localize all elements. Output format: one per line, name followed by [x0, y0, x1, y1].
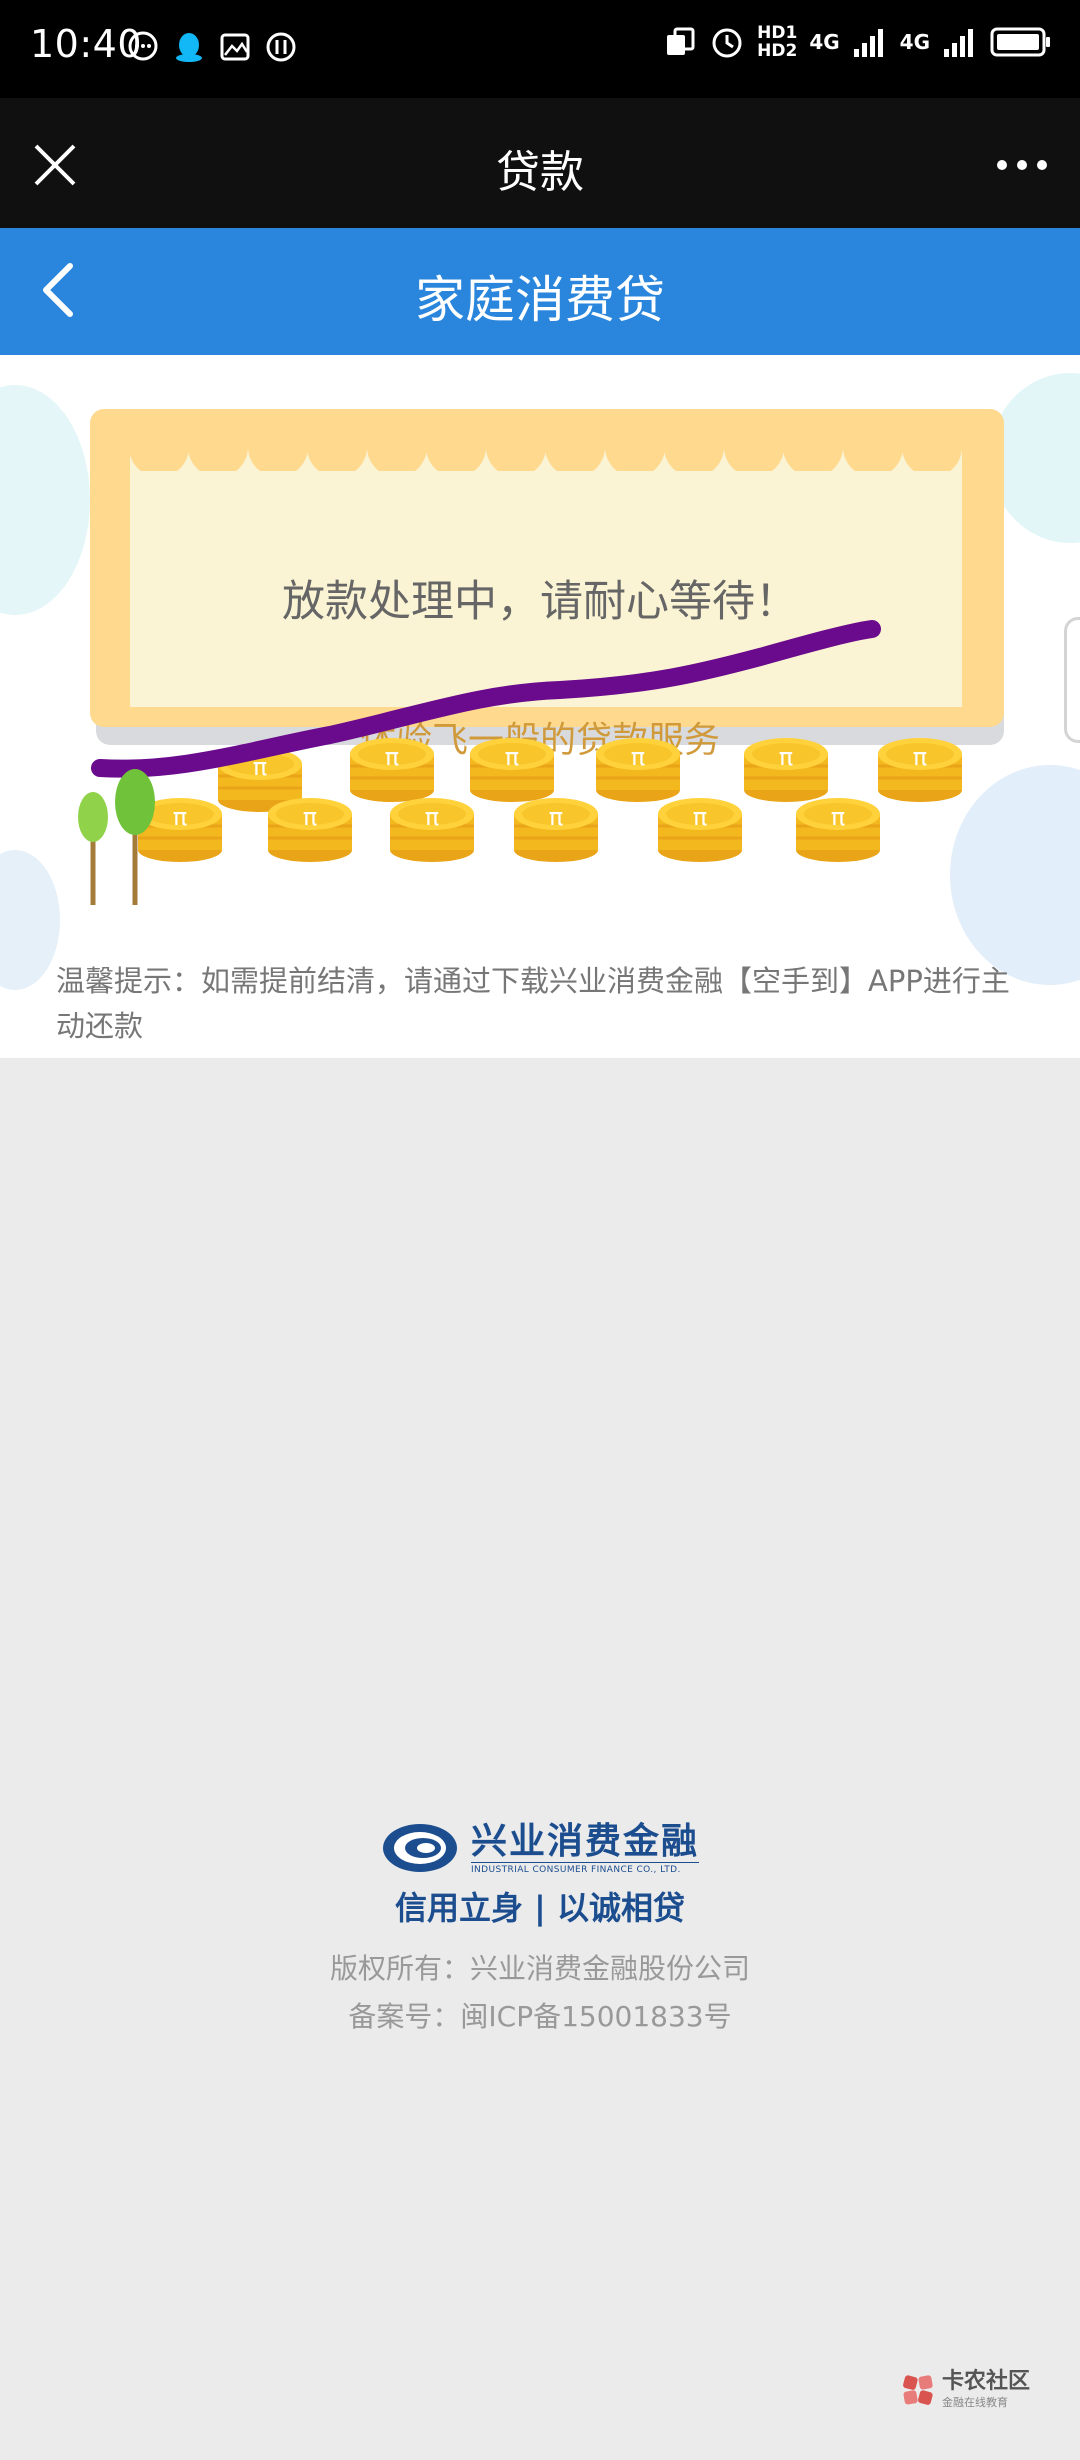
- watermark-name: 卡农社区: [942, 2369, 1031, 2394]
- coin-symbol: π: [549, 803, 563, 831]
- copyright-text: 版权所有：兴业消费金融股份公司: [329, 1952, 750, 1985]
- window-title: 贷款: [496, 147, 584, 198]
- watermark-subtitle: 金融在线教育: [942, 2396, 1008, 2409]
- watermark-logo-icon: [903, 2375, 933, 2405]
- status-notification-icons: [126, 30, 298, 64]
- watermark: 卡农社区 金融在线教育: [900, 2370, 1030, 2410]
- status-system-icons: HD1 HD2 4G 4G: [663, 24, 1052, 60]
- hd2-label: HD2: [757, 41, 798, 61]
- signal-icon: [853, 29, 883, 57]
- coin-symbol: π: [831, 803, 845, 831]
- loan-status-section: 放款处理中，请耐心等待！ 体验飞一般的贷款服务 π π π π π π π π …: [0, 355, 1080, 1058]
- coins-illustration: π π π π π π π π π π π π: [78, 620, 964, 905]
- screen-rotate-icon: [667, 27, 695, 55]
- data-sync-icon: [266, 32, 296, 62]
- coin-symbol: π: [505, 743, 519, 771]
- coin-symbol: π: [385, 743, 399, 771]
- coin-symbol: π: [913, 743, 927, 771]
- company-logo-icon: [382, 1823, 457, 1872]
- company-name-en: INDUSTRIAL CONSUMER FINANCE CO., LTD.: [470, 1862, 699, 1875]
- coin-symbol: π: [779, 743, 793, 771]
- page-title: 家庭消费贷: [415, 271, 665, 329]
- status-bar: 10:40 HD1 HD2 4G 4G: [0, 0, 1080, 98]
- icp-text: 备案号：闽ICP备15001833号: [348, 2000, 732, 2033]
- company-logo: 兴业消费金融 INDUSTRIAL CONSUMER FINANCE CO., …: [0, 1820, 1080, 1875]
- alarm-icon: [712, 28, 742, 58]
- gallery-icon: [220, 33, 250, 61]
- notice-text: 温馨提示：如需提前结清，请通过下载兴业消费金融【空手到】APP进行主动还款: [56, 964, 1010, 1043]
- coin-symbol: π: [425, 803, 439, 831]
- coin-symbol: π: [693, 803, 707, 831]
- company-slogan: 信用立身 | 以诚相贷: [395, 1889, 685, 1927]
- battery-icon: [990, 27, 1050, 57]
- network-label-1: 4G: [809, 30, 840, 54]
- network-label-2: 4G: [899, 30, 930, 54]
- hd1-label: HD1: [757, 23, 798, 43]
- company-name: 兴业消费金融: [470, 1820, 699, 1862]
- coin-symbol: π: [173, 803, 187, 831]
- app-title-bar: 贷款: [0, 98, 1080, 228]
- page-header: 家庭消费贷: [0, 228, 1080, 355]
- signal-icon-2: [944, 29, 973, 57]
- hd-indicator: HD1 HD2: [757, 24, 797, 60]
- qq-icon: [176, 33, 202, 62]
- more-icon[interactable]: [994, 150, 1050, 180]
- coin-symbol: π: [303, 803, 317, 831]
- footer: 兴业消费金融 INDUSTRIAL CONSUMER FINANCE CO., …: [0, 1820, 1080, 2035]
- coin-symbol: π: [631, 743, 645, 771]
- message-icon: [128, 31, 158, 61]
